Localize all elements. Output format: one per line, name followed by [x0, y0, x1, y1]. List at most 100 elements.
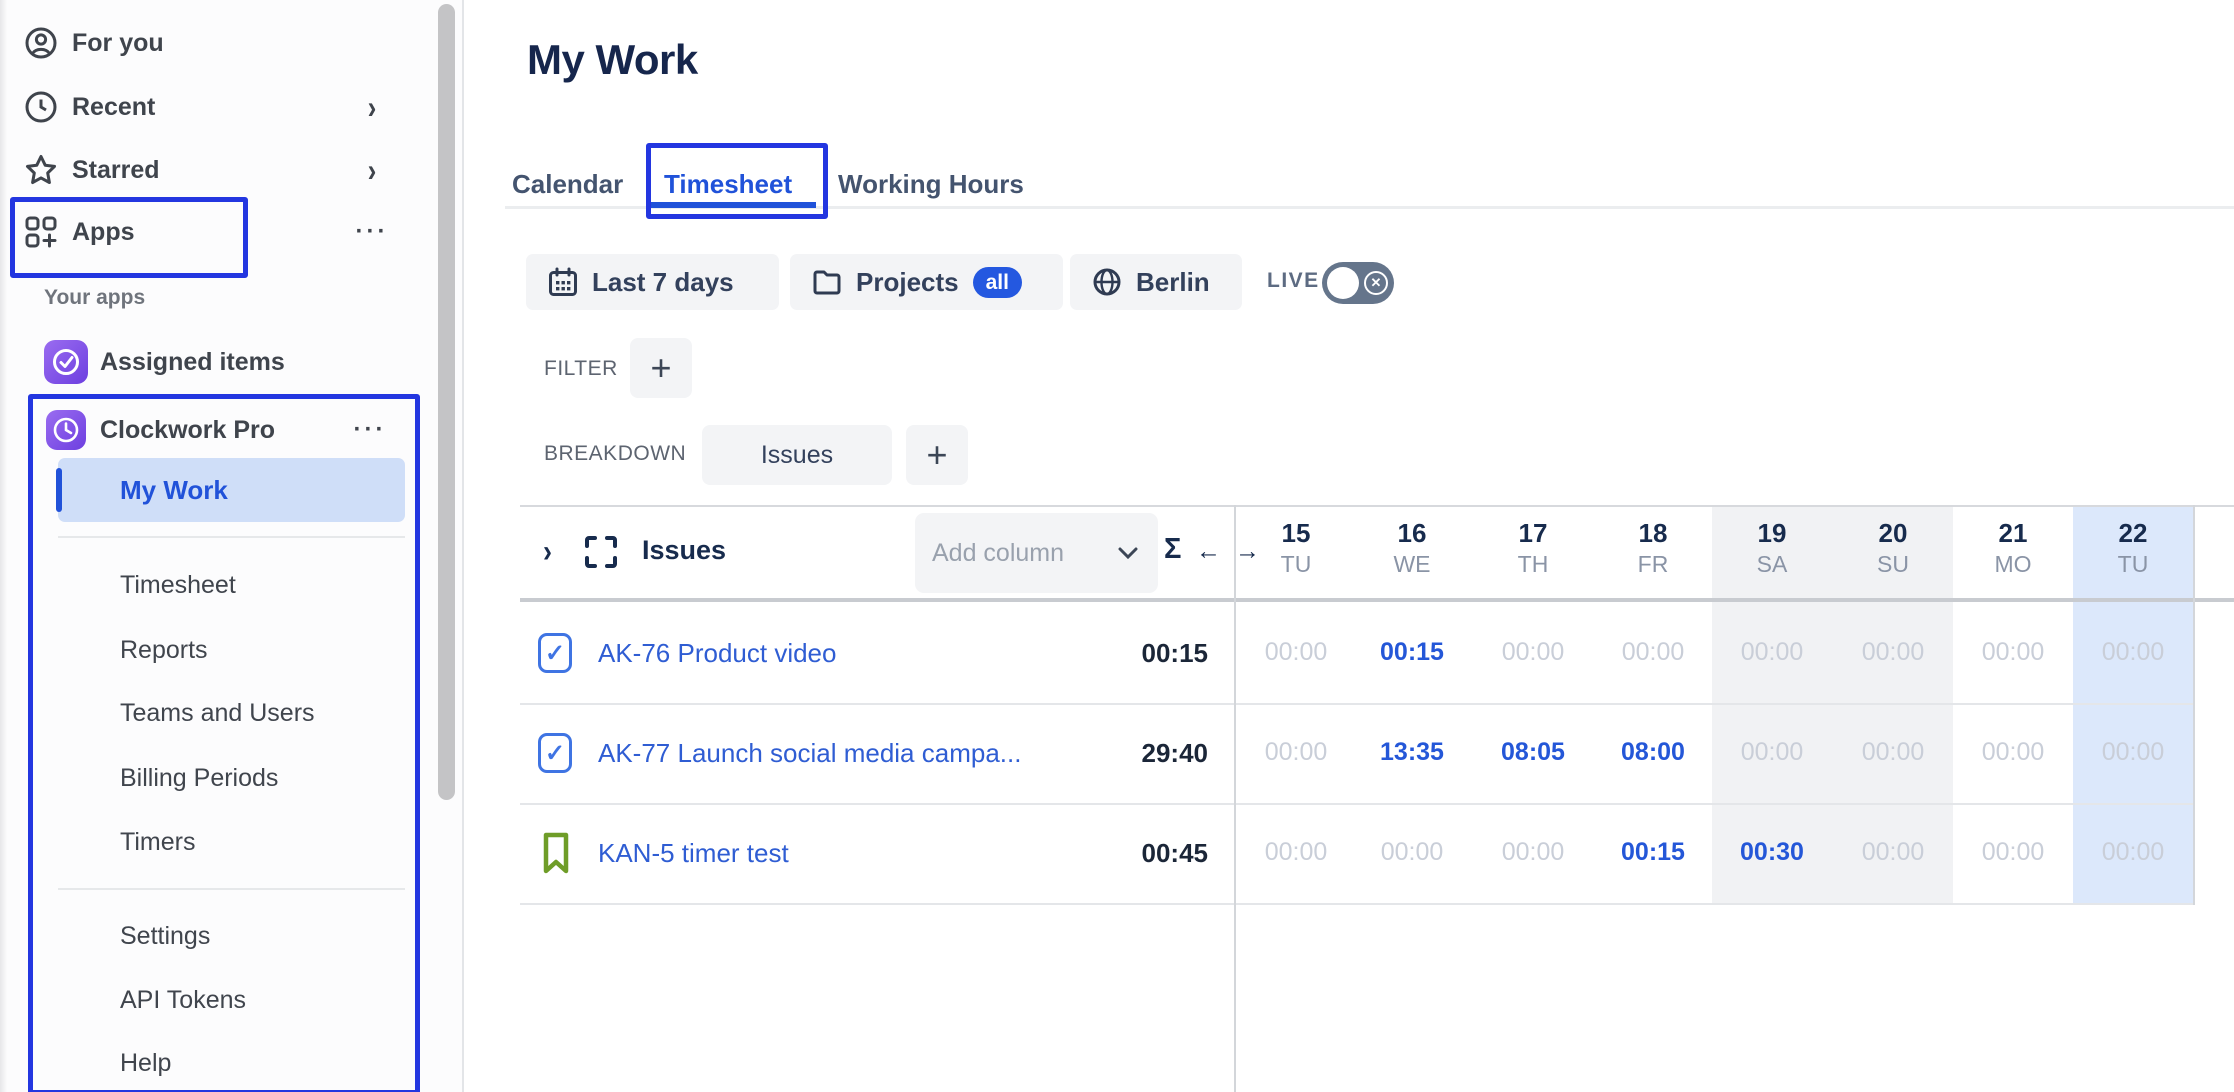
time-cell[interactable]: 00:00 [1352, 838, 1472, 867]
time-cell[interactable]: 00:00 [1833, 738, 1953, 767]
clock-icon [24, 90, 58, 124]
sidebar-item-help[interactable]: Help [120, 1031, 390, 1092]
task-checkbox-icon: ✓ [538, 733, 572, 773]
time-cell[interactable]: 00:00 [1833, 638, 1953, 667]
sidebar-item-my-work[interactable] [58, 458, 405, 522]
sidebar-item-label: My Work [120, 458, 228, 522]
time-cell[interactable]: 00:00 [1236, 838, 1356, 867]
day-header: 18 FR [1593, 518, 1713, 580]
add-filter-button[interactable]: + [630, 338, 692, 398]
time-cell[interactable]: 00:15 [1352, 638, 1472, 667]
sidebar-item-timers[interactable]: Timers [120, 810, 390, 874]
more-options-icon[interactable]: ··· [352, 218, 392, 246]
breakdown-label: BREAKDOWN [544, 442, 686, 466]
toggle-knob [1327, 267, 1359, 299]
sidebar-item-api-tokens[interactable]: API Tokens [120, 968, 390, 1032]
filter-label: FILTER [544, 357, 618, 381]
time-cell[interactable]: 00:00 [1833, 838, 1953, 867]
time-cell[interactable]: 00:00 [2073, 638, 2193, 667]
row-border [520, 903, 2193, 905]
day-header-today: 22 TU [2073, 518, 2193, 580]
time-cell[interactable]: 00:00 [1473, 638, 1593, 667]
sidebar-item-label: Apps [72, 218, 135, 247]
add-breakdown-button[interactable]: + [906, 425, 968, 485]
tab-calendar[interactable]: Calendar [512, 162, 623, 206]
sidebar-item-for-you[interactable]: For you [0, 21, 420, 65]
apps-grid-icon [24, 215, 58, 249]
time-cell[interactable]: 00:00 [1953, 738, 2073, 767]
sidebar-item-billing-periods[interactable]: Billing Periods [120, 746, 390, 810]
day-header-weekend: 19 SA [1712, 518, 1832, 580]
time-cell[interactable]: 00:00 [1236, 738, 1356, 767]
time-cell[interactable]: 00:00 [1953, 638, 2073, 667]
sidebar-main-divider [462, 0, 464, 1092]
sidebar-item-reports[interactable]: Reports [120, 618, 390, 682]
app-label: Clockwork Pro [100, 416, 275, 445]
sidebar-item-apps[interactable]: Apps ··· [0, 210, 420, 254]
time-cell[interactable]: 00:15 [1593, 838, 1713, 867]
expand-chevron-icon[interactable]: › [543, 534, 552, 570]
sidebar-item-starred[interactable]: Starred › [0, 148, 420, 192]
page-title: My Work [527, 36, 698, 84]
live-toggle[interactable]: ✕ [1322, 262, 1394, 304]
expand-all-icon[interactable] [584, 535, 618, 574]
time-cell[interactable]: 00:00 [1473, 838, 1593, 867]
chevron-right-icon[interactable]: › [352, 88, 392, 127]
chevron-right-icon[interactable]: › [352, 151, 392, 190]
time-cell[interactable]: 00:00 [1953, 838, 2073, 867]
projects-filter-button[interactable]: Projects all [790, 254, 1063, 310]
date-range-label: Last 7 days [592, 267, 734, 298]
more-options-icon[interactable]: ··· [350, 416, 390, 444]
toggle-off-x-icon: ✕ [1364, 271, 1388, 295]
star-icon [24, 153, 58, 187]
add-column-placeholder: Add column [915, 538, 1082, 569]
sidebar-item-label: Starred [72, 156, 160, 185]
table-header-border [520, 598, 2234, 602]
sidebar-item-settings[interactable]: Settings [120, 904, 390, 968]
time-cell[interactable]: 00:00 [1593, 638, 1713, 667]
projects-label: Projects [856, 267, 959, 298]
sidebar-item-timesheet[interactable]: Timesheet [120, 553, 390, 617]
timezone-button[interactable]: Berlin [1070, 254, 1242, 310]
sidebar-scrollbar-thumb[interactable] [438, 4, 455, 800]
column-divider [1234, 505, 1236, 1092]
active-tab-underline [650, 202, 816, 208]
sidebar-item-label: Recent [72, 93, 155, 122]
bookmark-icon [541, 831, 571, 880]
table-top-border [520, 505, 2234, 507]
live-label: LIVE [1267, 269, 1320, 293]
projects-all-badge: all [973, 267, 1022, 298]
clockwork-pro-app-icon [46, 410, 86, 450]
calendar-icon [548, 267, 578, 297]
time-cell[interactable]: 13:35 [1352, 738, 1472, 767]
time-cell[interactable]: 08:05 [1473, 738, 1593, 767]
tab-working-hours[interactable]: Working Hours [838, 162, 1024, 206]
sidebar-item-label: For you [72, 29, 164, 58]
time-cell[interactable]: 00:00 [2073, 738, 2193, 767]
sidebar-item-teams-and-users[interactable]: Teams and Users [120, 681, 390, 745]
sidebar-app-assigned-items[interactable]: Assigned items [0, 338, 420, 386]
row-total: 29:40 [1048, 738, 1208, 769]
your-apps-section-label: Your apps [44, 286, 145, 310]
day-header: 15 TU [1236, 518, 1356, 580]
sum-toggle-icon[interactable]: Σ [1164, 533, 1181, 566]
time-cell[interactable]: 00:00 [1236, 638, 1356, 667]
user-icon [24, 26, 58, 60]
row-total: 00:45 [1048, 838, 1208, 869]
time-cell[interactable]: 08:00 [1593, 738, 1713, 767]
sidebar-app-clockwork-pro[interactable]: Clockwork Pro ··· [0, 406, 420, 454]
sidebar-item-recent[interactable]: Recent › [0, 85, 420, 129]
time-cell[interactable]: 00:00 [1712, 638, 1832, 667]
date-range-button[interactable]: Last 7 days [526, 254, 779, 310]
add-column-dropdown[interactable]: Add column [915, 513, 1158, 593]
chevron-down-icon [1118, 547, 1138, 559]
time-cell[interactable]: 00:00 [1712, 738, 1832, 767]
timezone-label: Berlin [1136, 267, 1210, 298]
time-cell[interactable]: 00:00 [2073, 838, 2193, 867]
breakdown-issues-chip[interactable]: Issues [702, 425, 892, 485]
tab-timesheet[interactable]: Timesheet [664, 162, 792, 206]
app-window: For you Recent › Starred › [0, 0, 2234, 1092]
day-header-weekend: 20 SU [1833, 518, 1953, 580]
divider [58, 536, 405, 538]
time-cell[interactable]: 00:30 [1712, 838, 1832, 867]
